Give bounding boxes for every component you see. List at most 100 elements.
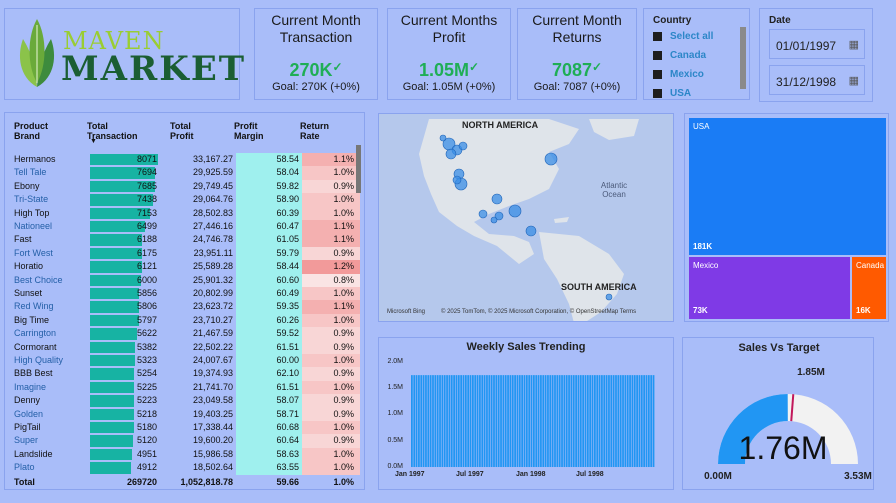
weekly-bar[interactable] [418, 375, 420, 468]
weekly-bar[interactable] [490, 375, 493, 468]
slicer-scrollbar[interactable] [740, 27, 746, 89]
weekly-bar[interactable] [598, 375, 601, 468]
weekly-bar[interactable] [608, 375, 610, 468]
weekly-bar[interactable] [525, 375, 528, 468]
table-row[interactable]: PigTail 5180 17,338.44 60.68 1.0% [11, 421, 360, 435]
weekly-bar[interactable] [432, 375, 434, 468]
weekly-bar[interactable] [479, 375, 481, 468]
table-row[interactable]: Big Time 5797 23,710.27 60.26 1.0% [11, 313, 360, 328]
table-row[interactable]: Tell Tale 7694 29,925.59 58.04 1.0% [11, 166, 360, 180]
slicer-item-canada[interactable]: Canada [653, 50, 706, 61]
weekly-bar[interactable] [537, 375, 540, 468]
weekly-bar[interactable] [469, 375, 472, 468]
end-date-input[interactable]: 31/12/1998 ▦ [769, 65, 865, 95]
weekly-bar[interactable] [523, 375, 526, 468]
weekly-bar[interactable] [533, 375, 535, 468]
treemap-tile-mexico[interactable]: Mexico 73K [689, 257, 850, 319]
weekly-bar[interactable] [582, 375, 585, 468]
weekly-bar[interactable] [462, 375, 465, 468]
weekly-bar[interactable] [481, 375, 484, 468]
weekly-bar[interactable] [497, 375, 500, 468]
table-row[interactable]: Carrington 5622 21,467.59 59.52 0.9% [11, 327, 360, 341]
weekly-bar[interactable] [514, 375, 516, 468]
weekly-bar[interactable] [619, 375, 622, 468]
table-row[interactable]: Ebony 7685 29,749.45 59.82 0.9% [11, 179, 360, 194]
weekly-bar[interactable] [448, 375, 451, 468]
weekly-bar[interactable] [455, 375, 458, 468]
weekly-bar[interactable] [488, 375, 491, 468]
weekly-bar[interactable] [556, 375, 559, 468]
weekly-bar[interactable] [467, 375, 470, 468]
weekly-bar[interactable] [425, 375, 427, 468]
weekly-bar[interactable] [612, 375, 615, 468]
weekly-bar[interactable] [596, 375, 599, 468]
weekly-bar[interactable] [626, 375, 629, 468]
weekly-bar[interactable] [521, 375, 524, 468]
weekly-bar[interactable] [427, 375, 430, 468]
weekly-bar[interactable] [605, 375, 608, 468]
col-header-margin[interactable]: Profit Margin [234, 121, 274, 141]
weekly-bar[interactable] [647, 375, 650, 468]
weekly-bar[interactable] [584, 375, 587, 468]
weekly-bar[interactable] [518, 375, 521, 468]
col-header-return[interactable]: Return Rate [300, 121, 329, 141]
checkbox[interactable] [653, 89, 662, 98]
weekly-bar[interactable] [636, 375, 638, 468]
map-credit[interactable]: © 2025 TomTom, © 2025 Microsoft Corporat… [441, 309, 636, 315]
weekly-bar[interactable] [486, 375, 488, 468]
table-row[interactable]: Golden 5218 19,403.25 58.71 0.9% [11, 407, 360, 421]
weekly-bar[interactable] [493, 375, 495, 468]
weekly-bars[interactable] [379, 338, 675, 491]
weekly-bar[interactable] [561, 375, 563, 468]
weekly-bar[interactable] [476, 375, 479, 468]
weekly-bar[interactable] [453, 375, 455, 468]
weekly-bar[interactable] [500, 375, 502, 468]
sort-desc-icon[interactable]: ▼ [90, 138, 97, 145]
table-row[interactable]: Tri-State 7438 29,064.76 58.90 1.0% [11, 193, 360, 207]
slicer-item-usa[interactable]: USA [653, 88, 691, 99]
weekly-bar[interactable] [511, 375, 514, 468]
table-row[interactable]: High Quality 5323 24,007.67 60.00 1.0% [11, 354, 360, 368]
weekly-bar[interactable] [643, 375, 646, 468]
weekly-bar[interactable] [464, 375, 467, 468]
calendar-icon[interactable]: ▦ [849, 74, 859, 87]
weekly-bar[interactable] [547, 375, 549, 468]
sales-map[interactable]: NORTH AMERICA SOUTH AMERICA Atlantic Oce… [378, 113, 674, 322]
table-row[interactable]: Nationeel 6499 27,446.16 60.47 1.1% [11, 220, 360, 234]
table-row[interactable]: Best Choice 6000 25,901.32 60.60 0.8% [11, 273, 360, 287]
col-header-profit[interactable]: Total Profit [170, 121, 194, 141]
weekly-bar[interactable] [516, 375, 519, 468]
weekly-bar[interactable] [568, 375, 570, 468]
weekly-bar[interactable] [413, 375, 416, 468]
weekly-bar[interactable] [629, 375, 631, 468]
table-row[interactable]: Imagine 5225 21,741.70 61.51 1.0% [11, 380, 360, 395]
calendar-icon[interactable]: ▦ [849, 38, 859, 51]
weekly-bar[interactable] [652, 375, 655, 468]
treemap-tile-canada[interactable]: Canada 16K [852, 257, 886, 319]
table-row[interactable]: Denny 5223 23,049.58 58.07 0.9% [11, 394, 360, 408]
weekly-bar[interactable] [446, 375, 448, 468]
weekly-bar[interactable] [577, 375, 580, 468]
weekly-bar[interactable] [450, 375, 453, 468]
weekly-bar[interactable] [622, 375, 624, 468]
weekly-bar[interactable] [502, 375, 505, 468]
start-date-input[interactable]: 01/01/1997 ▦ [769, 29, 865, 59]
weekly-bar[interactable] [504, 375, 507, 468]
weekly-bar[interactable] [603, 375, 606, 468]
weekly-bar[interactable] [441, 375, 444, 468]
weekly-bar[interactable] [507, 375, 509, 468]
weekly-bar[interactable] [617, 375, 620, 468]
weekly-bar[interactable] [411, 375, 413, 468]
weekly-bar[interactable] [633, 375, 636, 468]
weekly-bar[interactable] [631, 375, 634, 468]
weekly-bar[interactable] [570, 375, 573, 468]
weekly-bar[interactable] [640, 375, 643, 468]
weekly-bar[interactable] [601, 375, 603, 468]
checkbox[interactable] [653, 51, 662, 60]
weekly-bar[interactable] [443, 375, 446, 468]
weekly-bar[interactable] [563, 375, 566, 468]
slicer-item-mexico[interactable]: Mexico [653, 69, 704, 80]
weekly-bar[interactable] [558, 375, 561, 468]
weekly-bar[interactable] [549, 375, 552, 468]
weekly-bar[interactable] [540, 375, 542, 468]
